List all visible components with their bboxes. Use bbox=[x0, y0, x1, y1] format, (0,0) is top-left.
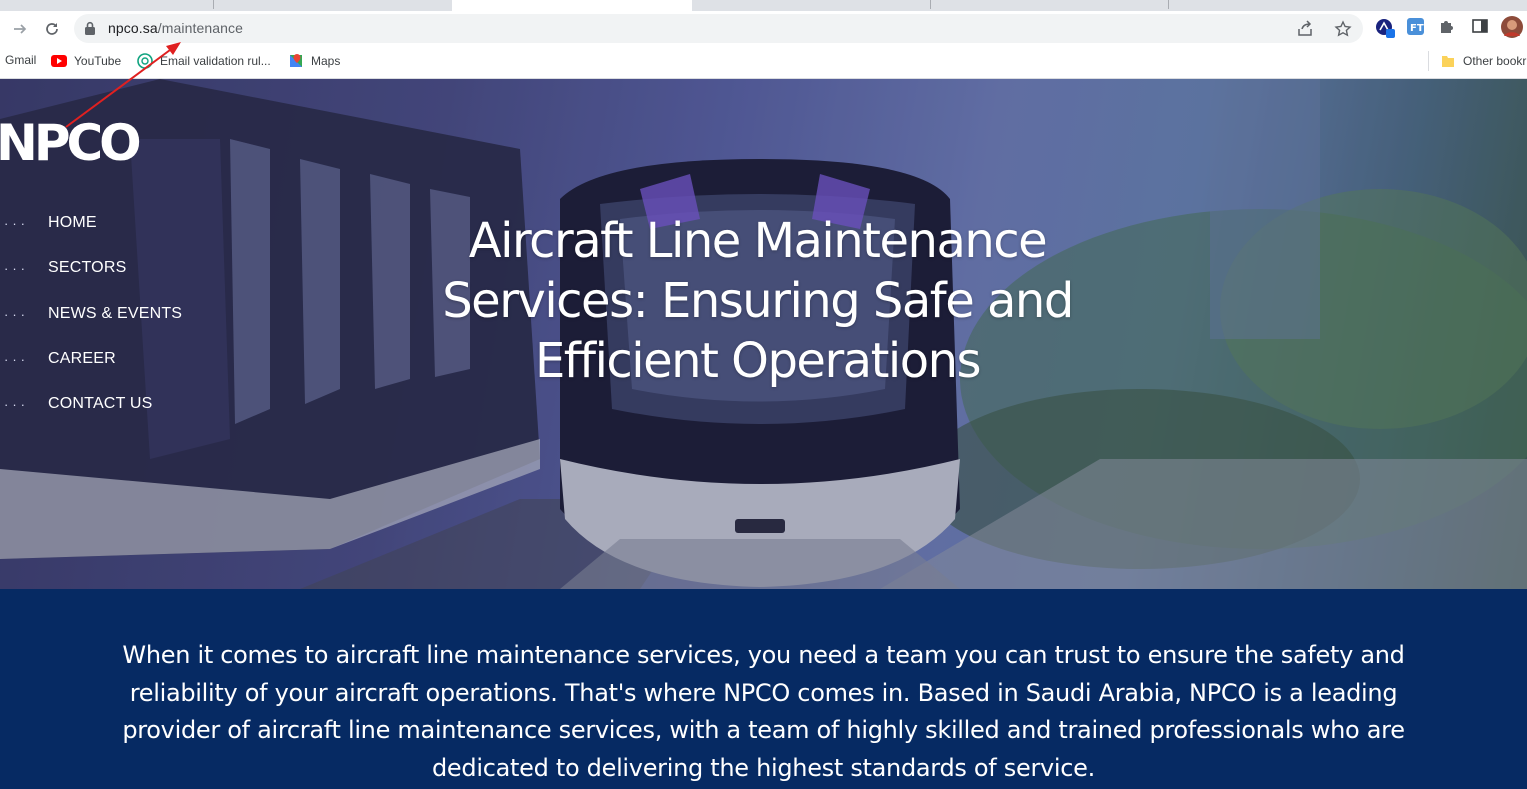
nav-dots: ··· bbox=[4, 351, 29, 367]
nav-dots: ··· bbox=[4, 306, 29, 322]
side-panel-icon[interactable] bbox=[1471, 17, 1491, 37]
bookmark-label: Gmail bbox=[5, 53, 37, 67]
nav-item-home[interactable]: ··· HOME bbox=[0, 212, 97, 234]
bookmark-gmail[interactable]: Gmail bbox=[5, 53, 36, 67]
tab-separator bbox=[213, 0, 214, 9]
nav-item-contact-us[interactable]: ··· CONTACT US bbox=[0, 393, 153, 415]
share-icon[interactable] bbox=[1296, 20, 1314, 38]
tab-separator bbox=[930, 0, 931, 9]
nav-label: CAREER bbox=[48, 350, 116, 367]
logo-text: NPCO bbox=[0, 117, 139, 167]
bookmark-label: Email validation rul... bbox=[160, 54, 271, 68]
nav-dots: ··· bbox=[4, 396, 29, 412]
intro-section: When it comes to aircraft line maintenan… bbox=[0, 589, 1527, 789]
bookmarks-divider bbox=[1428, 51, 1429, 71]
reload-button[interactable] bbox=[40, 17, 64, 41]
page-title: Aircraft Line Maintenance Services: Ensu… bbox=[442, 213, 1074, 389]
forward-arrow-icon bbox=[14, 24, 27, 34]
browser-toolbar: npco.sa/maintenance FT bbox=[0, 11, 1527, 45]
url-text[interactable]: npco.sa/maintenance bbox=[108, 20, 243, 36]
bookmark-label: YouTube bbox=[74, 54, 122, 68]
folder-icon bbox=[1440, 53, 1456, 69]
svg-text:FT: FT bbox=[1410, 23, 1424, 34]
extension-ft-icon[interactable]: FT bbox=[1406, 17, 1426, 37]
forward-button[interactable] bbox=[8, 17, 32, 41]
profile-avatar[interactable] bbox=[1501, 16, 1523, 38]
active-tab[interactable] bbox=[452, 0, 692, 11]
bookmarks-bar: Gmail YouTube Email validation rul... Ma… bbox=[0, 45, 1527, 79]
maps-icon bbox=[288, 53, 304, 69]
nav-dots: ··· bbox=[4, 260, 29, 276]
intro-paragraph: When it comes to aircraft line maintenan… bbox=[122, 641, 1405, 782]
url-path: /maintenance bbox=[157, 20, 243, 36]
nav-label: SECTORS bbox=[48, 259, 127, 276]
nav-item-career[interactable]: ··· CAREER bbox=[0, 348, 116, 370]
lock-icon[interactable] bbox=[84, 21, 96, 35]
nav-label: HOME bbox=[48, 214, 97, 231]
bookmark-youtube[interactable]: YouTube bbox=[51, 53, 121, 69]
other-bookmarks[interactable]: Other bookr bbox=[1440, 53, 1526, 69]
bookmark-email-validation[interactable]: Email validation rul... bbox=[137, 53, 271, 69]
reload-icon bbox=[46, 23, 58, 35]
nav-item-sectors[interactable]: ··· SECTORS bbox=[0, 257, 126, 279]
bookmark-maps[interactable]: Maps bbox=[288, 53, 340, 69]
npco-logo[interactable]: NPCO bbox=[0, 114, 185, 172]
hero-banner: NPCO ··· HOME ··· SECTORS ··· NEWS & EVE… bbox=[0, 79, 1527, 589]
bookmark-star-icon[interactable] bbox=[1334, 20, 1352, 38]
chatgpt-icon bbox=[137, 53, 153, 69]
address-bar[interactable]: npco.sa/maintenance bbox=[74, 14, 1363, 43]
puzzle-icon[interactable] bbox=[1438, 17, 1458, 37]
extension-a-icon[interactable] bbox=[1374, 17, 1395, 38]
tab-separator bbox=[1168, 0, 1169, 9]
other-bookmarks-label: Other bookr bbox=[1463, 54, 1527, 68]
youtube-icon bbox=[51, 53, 67, 69]
url-host: npco.sa bbox=[108, 20, 158, 36]
bookmark-label: Maps bbox=[311, 54, 341, 68]
nav-label: CONTACT US bbox=[48, 395, 153, 412]
tab-strip bbox=[0, 0, 1527, 11]
nav-dots: ··· bbox=[4, 215, 29, 231]
nav-item-news-events[interactable]: ··· NEWS & EVENTS bbox=[0, 303, 182, 325]
nav-label: NEWS & EVENTS bbox=[48, 305, 183, 322]
